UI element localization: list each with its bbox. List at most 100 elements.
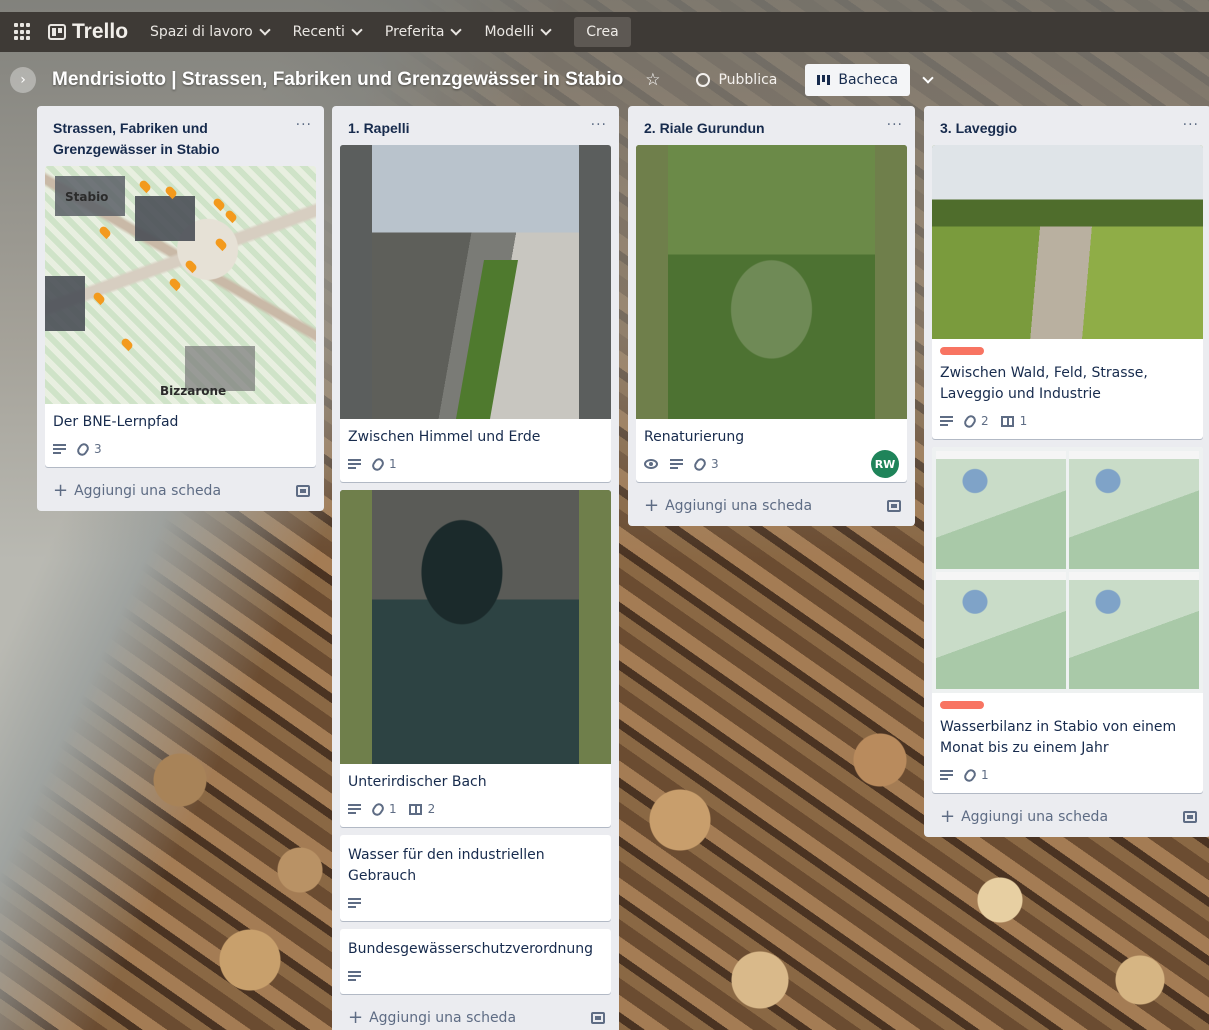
- star-icon[interactable]: ☆: [645, 70, 660, 90]
- plus-icon: +: [940, 806, 956, 827]
- nav-starred-label: Preferita: [384, 24, 445, 40]
- checklist-badge: 2: [408, 802, 436, 816]
- nav-starred[interactable]: Preferita: [384, 24, 463, 40]
- attachment-count: 3: [711, 457, 719, 471]
- description-icon: [348, 971, 361, 981]
- board-view-label: Bacheca: [838, 72, 899, 88]
- card-title: Zwischen Wald, Feld, Strasse, Laveggio u…: [940, 365, 1148, 402]
- card-wasser-industriell[interactable]: Wasser für den industriellen Gebrauch: [340, 835, 611, 921]
- add-card-button[interactable]: + Aggiungi una scheda: [37, 475, 324, 511]
- card-label[interactable]: [940, 701, 984, 709]
- chevron-down-icon: [540, 24, 552, 36]
- mini-map: [1069, 571, 1199, 689]
- card-renaturierung[interactable]: Renaturierung 3 RW: [636, 145, 907, 482]
- board-title[interactable]: Mendrisiotto | Strassen, Fabriken und Gr…: [52, 69, 623, 91]
- attachment-count: 1: [981, 768, 989, 782]
- card-badges: 3: [53, 437, 308, 461]
- card-template-icon[interactable]: [887, 500, 901, 512]
- card-badges: 1: [348, 452, 603, 476]
- description-icon: [940, 770, 953, 780]
- attachment-badge: 3: [75, 440, 102, 458]
- board-view-button[interactable]: Bacheca: [805, 64, 911, 96]
- attachment-count: 1: [389, 802, 397, 816]
- checklist-badge: 1: [1000, 414, 1027, 428]
- list-title[interactable]: Strassen, Fabriken und Grenzgewässer in …: [53, 118, 283, 160]
- card-title: Bundesgewässerschutzverordnung: [348, 941, 594, 957]
- card-template-icon[interactable]: [296, 485, 310, 497]
- visibility-button[interactable]: Pubblica: [686, 67, 787, 93]
- card-zwischen-wald[interactable]: Zwischen Wald, Feld, Strasse, Laveggio u…: [932, 145, 1203, 439]
- card-zwischen-himmel[interactable]: Zwischen Himmel und Erde 1: [340, 145, 611, 482]
- add-card-label: Aggiungi una scheda: [961, 809, 1109, 825]
- attachment-count: 2: [981, 414, 989, 428]
- description-badge: [348, 459, 361, 469]
- attachment-badge: 1: [370, 455, 397, 473]
- list-menu-icon[interactable]: ···: [296, 118, 312, 132]
- nav-templates[interactable]: Modelli: [484, 24, 552, 40]
- card-cover-photo: [932, 145, 1203, 339]
- list-menu-icon[interactable]: ···: [1183, 118, 1199, 132]
- chevron-down-icon: [351, 24, 363, 36]
- card-badges: 1: [940, 763, 1195, 787]
- description-icon: [53, 444, 66, 454]
- card-cover-photo: [340, 490, 611, 764]
- mini-map: [936, 571, 1066, 689]
- card-bundesgewaesserschutz[interactable]: Bundesgewässerschutzverordnung: [340, 929, 611, 994]
- card-template-icon[interactable]: [1183, 811, 1197, 823]
- attachment-count: 1: [389, 457, 397, 471]
- nav-templates-label: Modelli: [484, 24, 535, 40]
- description-badge: [53, 444, 66, 454]
- list-menu-icon[interactable]: ···: [887, 118, 903, 132]
- attachment-icon: [962, 412, 978, 430]
- card-badges: 3 RW: [644, 450, 899, 478]
- card-template-icon[interactable]: [591, 1012, 605, 1024]
- chevron-down-icon: [258, 24, 271, 36]
- map-pin-icon: [97, 224, 113, 240]
- attachment-badge: 1: [370, 800, 397, 818]
- view-switcher-chevron[interactable]: [914, 64, 942, 96]
- card-bne-lernpfad[interactable]: Stabio Bizzarone Der BNE-Lernpfad 3: [45, 166, 316, 467]
- sidebar-expand-icon[interactable]: ›: [10, 67, 36, 93]
- visibility-label: Pubblica: [718, 72, 778, 88]
- create-button[interactable]: Crea: [574, 17, 631, 47]
- map-pin-icon: [183, 258, 199, 274]
- description-badge: [940, 416, 953, 426]
- description-badge: [348, 898, 361, 908]
- trello-logo-icon: [48, 24, 66, 40]
- card-badges: [348, 964, 603, 988]
- card-cover-map: Stabio Bizzarone: [45, 166, 316, 404]
- card-badges: 1 2: [348, 797, 603, 821]
- card-wasserbilanz[interactable]: Wasserbilanz in Stabio von einem Monat b…: [932, 447, 1203, 793]
- attachment-count: 3: [94, 442, 102, 456]
- map-pin-icon: [137, 178, 153, 194]
- card-title: Der BNE-Lernpfad: [53, 414, 179, 430]
- list-title[interactable]: 2. Riale Gurundun: [644, 118, 765, 139]
- card-badges: 2 1: [940, 409, 1195, 433]
- list-title[interactable]: 3. Laveggio: [940, 118, 1017, 139]
- trello-logo[interactable]: Trello: [48, 20, 128, 44]
- nav-workspaces[interactable]: Spazi di lavoro: [150, 24, 271, 40]
- add-card-button[interactable]: + Aggiungi una scheda: [628, 490, 915, 526]
- card-title: Wasserbilanz in Stabio von einem Monat b…: [940, 719, 1177, 756]
- card-label[interactable]: [940, 347, 984, 355]
- board-icon: [817, 75, 831, 85]
- card-cover-maps: [932, 447, 1203, 693]
- checklist-count: 2: [427, 802, 436, 816]
- member-avatar[interactable]: RW: [871, 450, 899, 478]
- list-laveggio: 3. Laveggio ··· Zwischen Wald, Feld, Str…: [924, 106, 1209, 837]
- add-card-button[interactable]: + Aggiungi una scheda: [924, 801, 1209, 837]
- app-switcher-icon[interactable]: [14, 23, 32, 41]
- attachment-badge: 1: [962, 766, 989, 784]
- nav-recent[interactable]: Recenti: [293, 24, 363, 40]
- list-title[interactable]: 1. Rapelli: [348, 118, 409, 139]
- add-card-button[interactable]: + Aggiungi una scheda: [332, 1002, 619, 1030]
- card-unterirdischer-bach[interactable]: Unterirdischer Bach 1 2: [340, 490, 611, 827]
- list-menu-icon[interactable]: ···: [591, 118, 607, 132]
- card-title: Zwischen Himmel und Erde: [348, 429, 541, 445]
- attachment-icon: [692, 455, 708, 473]
- nav-workspaces-label: Spazi di lavoro: [150, 24, 253, 40]
- card-title: Renaturierung: [644, 429, 745, 445]
- card-title: Unterirdischer Bach: [348, 774, 487, 790]
- chevron-down-icon: [922, 72, 934, 84]
- map-pin-icon: [119, 336, 135, 352]
